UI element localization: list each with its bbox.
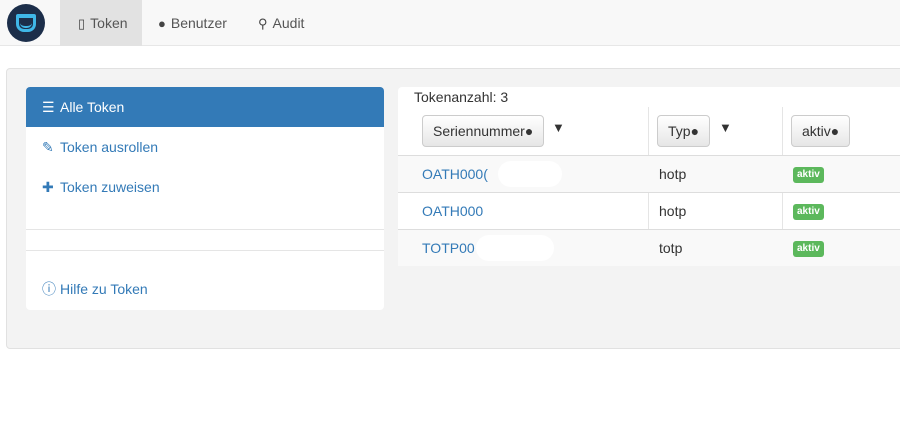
- search-icon: ⚲: [258, 16, 268, 31]
- sort-serial-button[interactable]: Seriennummer●: [422, 115, 545, 147]
- nav-tab-benutzer[interactable]: ● Benutzer: [158, 0, 227, 46]
- status-badge: aktiv: [793, 241, 824, 257]
- filter-serial-icon[interactable]: ▼: [552, 120, 565, 135]
- sidebar-divider: [26, 250, 384, 251]
- token-type: hotp: [659, 203, 687, 219]
- nav-tab-benutzer-label: Benutzer: [170, 15, 227, 31]
- list-icon: ☰: [42, 99, 55, 115]
- token-sidebar: ☰ Alle Token ✎ Token ausrollen ✚ Token zuwe…: [26, 87, 384, 310]
- sidebar-item-hilfe-label: Hilfe zu Token: [60, 281, 148, 297]
- sort-dot-icon: ●: [830, 123, 840, 139]
- sidebar-item-token-ausrollen[interactable]: ✎ Token ausrollen: [26, 127, 384, 167]
- filter-type-icon[interactable]: ▼: [719, 120, 732, 135]
- edit-icon: ✎: [42, 139, 54, 155]
- sidebar-divider: [26, 229, 384, 230]
- sidebar-item-alle-token[interactable]: ☰ Alle Token: [26, 87, 384, 127]
- token-type: totp: [659, 240, 683, 256]
- nav-tab-audit-label: Audit: [272, 15, 305, 31]
- sort-active-label: aktiv: [802, 123, 831, 139]
- sort-active-button[interactable]: aktiv●: [791, 115, 851, 147]
- sort-dot-icon: ●: [524, 123, 534, 139]
- sidebar-item-token-ausrollen-label: Token ausrollen: [60, 139, 159, 155]
- privacyidea-logo[interactable]: [7, 4, 45, 42]
- sort-serial-label: Seriennummer: [433, 123, 525, 139]
- status-badge: aktiv: [793, 204, 824, 220]
- token-serial-link[interactable]: TOTP00: [422, 230, 475, 266]
- sort-dot-icon: ●: [690, 123, 700, 139]
- sidebar-item-hilfe[interactable]: ⓘ Hilfe zu Token: [26, 269, 384, 309]
- token-serial-link[interactable]: OATH000(: [422, 156, 488, 192]
- nav-tab-token-label: Token: [90, 15, 128, 31]
- token-count: Tokenanzahl: 3: [414, 89, 509, 105]
- status-badge: aktiv: [793, 167, 824, 183]
- table-row: OATH000( hotp aktiv: [398, 155, 900, 192]
- sort-type-button[interactable]: Typ●: [657, 115, 711, 147]
- nav-tab-audit[interactable]: ⚲ Audit: [258, 0, 304, 46]
- redaction-mask: [498, 161, 562, 187]
- table-row: TOTP00 totp aktiv: [398, 229, 900, 266]
- plus-icon: ✚: [42, 179, 54, 195]
- sidebar-item-alle-token-label: Alle Token: [60, 99, 125, 115]
- token-type: hotp: [659, 166, 687, 182]
- token-serial-link[interactable]: OATH000: [422, 193, 483, 229]
- phone-icon: ▯: [78, 16, 86, 31]
- sidebar-item-token-zuweisen-label: Token zuweisen: [60, 179, 160, 195]
- table-row: OATH000 hotp aktiv: [398, 192, 900, 229]
- redaction-mask: [476, 235, 554, 261]
- top-navbar: ▯ Token ● Benutzer ⚲ Audit: [0, 0, 900, 46]
- token-table-card: Tokenanzahl: 3 Seriennummer● ▼ Typ● ▼ ak…: [398, 87, 900, 266]
- nav-tab-token[interactable]: ▯ Token: [60, 0, 142, 46]
- sort-type-label: Typ: [668, 123, 691, 139]
- info-icon: ⓘ: [42, 281, 56, 297]
- sidebar-item-token-zuweisen[interactable]: ✚ Token zuweisen: [26, 167, 384, 207]
- user-icon: ●: [158, 16, 166, 31]
